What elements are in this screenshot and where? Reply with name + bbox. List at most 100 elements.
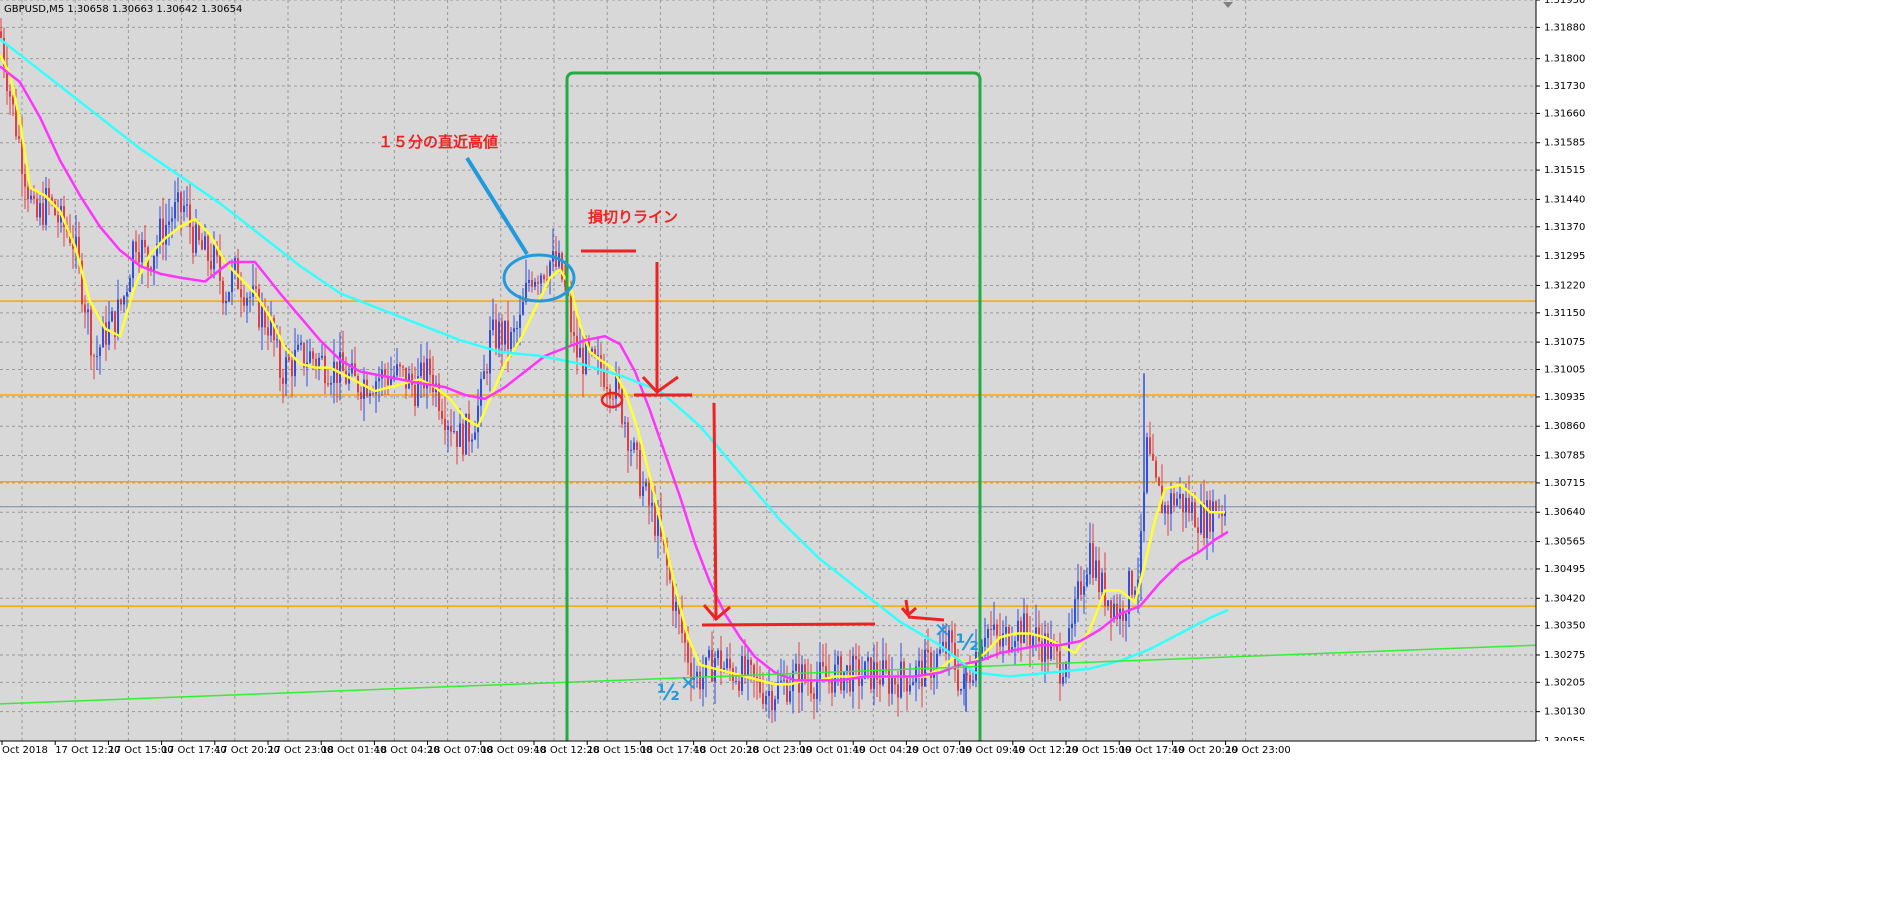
- candle-body: [84, 304, 86, 313]
- candle-body: [210, 260, 212, 270]
- candle-body: [489, 330, 491, 374]
- candle-body: [441, 410, 443, 419]
- candle-body: [1095, 560, 1097, 578]
- candle-body: [1179, 493, 1181, 499]
- candle-body: [1083, 586, 1085, 595]
- candle-body: [498, 321, 500, 349]
- candle-body: [42, 203, 44, 225]
- candle-body: [621, 389, 623, 424]
- candle-body: [309, 351, 311, 363]
- candle-body: [1206, 500, 1208, 539]
- candle-body: [135, 241, 137, 253]
- candle-body: [0, 31, 2, 38]
- candle-body: [1077, 581, 1079, 600]
- candle-body: [768, 691, 770, 696]
- y-tick-label: 1.31660: [1544, 108, 1585, 119]
- candle-body: [1176, 498, 1178, 506]
- y-tick-label: 1.31880: [1544, 22, 1585, 33]
- candle-body: [912, 682, 914, 686]
- candle-body: [90, 309, 92, 356]
- candle-body: [834, 664, 836, 693]
- y-tick-label: 1.31005: [1544, 365, 1585, 376]
- candle-body: [1125, 613, 1127, 621]
- candle-body: [1146, 437, 1148, 493]
- candle-body: [300, 342, 302, 345]
- y-tick-label: 1.30935: [1544, 392, 1585, 403]
- candle-body: [648, 482, 650, 506]
- y-tick-label: 1.31950: [1544, 0, 1585, 6]
- candle-body: [1212, 501, 1214, 532]
- candle-body: [246, 297, 248, 306]
- candle-body: [480, 378, 482, 406]
- candle-body: [291, 360, 293, 377]
- candle-body: [450, 425, 452, 432]
- candle-body: [1017, 620, 1019, 641]
- candle-body: [315, 358, 317, 367]
- candle-body: [1173, 493, 1175, 506]
- candle-body: [411, 373, 413, 385]
- candle-body: [1131, 570, 1133, 595]
- candle-body: [402, 366, 404, 368]
- candle-body: [534, 281, 536, 287]
- y-tick-label: 1.30640: [1544, 507, 1585, 518]
- candle-body: [837, 656, 839, 665]
- candle-body: [120, 299, 122, 305]
- candle-body: [1071, 623, 1073, 629]
- candle-body: [279, 339, 281, 378]
- candle-body: [1080, 581, 1082, 595]
- candle-body: [888, 668, 890, 694]
- candle-body: [501, 321, 503, 345]
- candle-body: [1107, 600, 1109, 606]
- candle-body: [771, 691, 773, 711]
- candle-body: [153, 255, 155, 272]
- candle-body: [474, 432, 476, 440]
- plot-area: [0, 0, 1536, 741]
- candle-body: [486, 371, 488, 374]
- candle-body: [195, 224, 197, 253]
- candle-body: [507, 320, 509, 350]
- arrow-2-shaft: [712, 402, 718, 618]
- candle-body: [513, 328, 515, 332]
- candle-body: [285, 357, 287, 384]
- candle-body: [729, 658, 731, 669]
- symbol-info: GBPUSD,M5 1.30658 1.30663 1.30642 1.3065…: [4, 4, 242, 15]
- candle-body: [870, 657, 872, 690]
- candle-body: [840, 656, 842, 691]
- candle-body: [159, 218, 161, 244]
- y-tick-label: 1.30205: [1544, 677, 1585, 688]
- candle-body: [867, 657, 869, 662]
- candle-body: [687, 642, 689, 663]
- candle-body: [960, 688, 962, 691]
- candle-body: [639, 449, 641, 496]
- candle-body: [1200, 502, 1202, 533]
- candle-body: [123, 296, 125, 305]
- candle-body: [1194, 502, 1196, 528]
- candle-body: [1089, 543, 1091, 575]
- candle-body: [855, 655, 857, 660]
- candle-body: [333, 361, 335, 383]
- candle-body: [492, 319, 494, 331]
- candle-body: [471, 439, 473, 442]
- candle-body: [459, 423, 461, 447]
- candle-body: [483, 371, 485, 379]
- candle-body: [852, 655, 854, 692]
- candle-body: [1149, 437, 1151, 454]
- candle-body: [744, 656, 746, 678]
- candle-body: [243, 297, 245, 306]
- candle-body: [261, 306, 263, 328]
- candle-body: [897, 684, 899, 698]
- candle-body: [9, 91, 11, 97]
- y-tick-label: 1.31075: [1544, 337, 1585, 348]
- y-tick-label: 1.31295: [1544, 251, 1585, 262]
- candle-body: [213, 245, 215, 270]
- candle-body: [531, 280, 533, 287]
- candle-body: [993, 624, 995, 630]
- y-tick-label: 1.31515: [1544, 165, 1585, 176]
- candle-body: [633, 442, 635, 450]
- candle-body: [318, 357, 320, 367]
- candle-body: [36, 198, 38, 218]
- stop-line-label: 損切りライン: [588, 208, 678, 226]
- candle-body: [1023, 613, 1025, 644]
- candle-body: [1026, 613, 1028, 633]
- candle-body: [606, 386, 608, 389]
